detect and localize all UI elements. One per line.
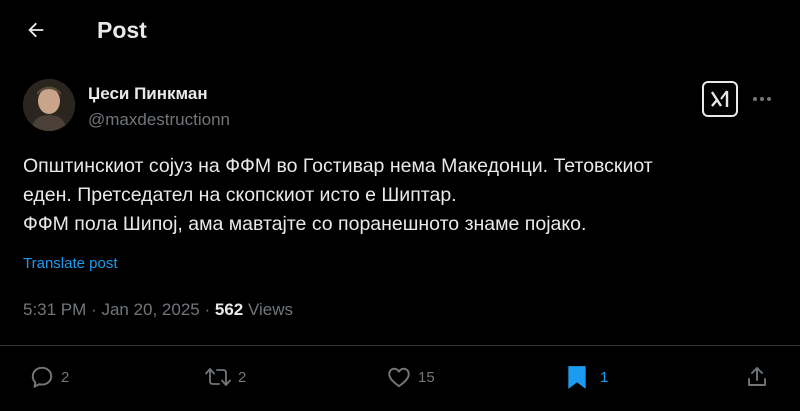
post-metadata: 5:31 PM · Jan 20, 2025 · 562 Views xyxy=(23,300,293,320)
repost-icon xyxy=(205,368,231,386)
divider xyxy=(0,345,800,346)
bookmark-button[interactable]: 1 xyxy=(566,363,608,391)
like-icon xyxy=(388,367,410,388)
reply-icon xyxy=(31,366,53,388)
post-text: Општинскиот сојуз на ФФМ во Гостивар нем… xyxy=(23,152,783,239)
post-text-line: ФФМ пола Шипој, ама мавтајте со поранешн… xyxy=(23,213,587,235)
like-count: 15 xyxy=(418,368,435,386)
reply-button[interactable]: 2 xyxy=(29,363,69,391)
grok-button[interactable] xyxy=(702,81,738,117)
like-button[interactable]: 15 xyxy=(386,363,435,391)
avatar-image xyxy=(23,79,75,131)
views-count: 562 xyxy=(214,300,244,319)
more-button[interactable] xyxy=(750,89,774,109)
grok-icon xyxy=(710,90,729,107)
more-icon xyxy=(753,97,771,101)
views-label: Views xyxy=(247,300,294,319)
repost-count: 2 xyxy=(238,368,247,386)
meta-separator: · xyxy=(204,300,215,319)
author-handle[interactable]: @maxdestructionn xyxy=(88,110,230,130)
reply-count: 2 xyxy=(61,368,70,386)
back-arrow-icon xyxy=(28,22,44,38)
meta-separator: · xyxy=(91,300,102,319)
top-bar: Post xyxy=(0,0,800,60)
bookmark-icon xyxy=(568,366,586,389)
back-button[interactable] xyxy=(20,14,52,46)
page-title: Post xyxy=(97,17,147,43)
post-date[interactable]: Jan 20, 2025 xyxy=(101,300,199,319)
author-display-name[interactable]: Џеси Пинкман xyxy=(88,84,208,104)
share-icon xyxy=(748,367,766,386)
share-button[interactable] xyxy=(745,363,769,391)
post-time[interactable]: 5:31 PM xyxy=(23,300,86,319)
translate-post-link[interactable]: Translate post xyxy=(23,255,118,272)
bookmark-count: 1 xyxy=(600,368,609,386)
post-text-line: еден. Претседател на скопскиот исто е Ши… xyxy=(23,184,457,206)
post-text-line: Општинскиот сојуз на ФФМ во Гостивар нем… xyxy=(23,155,653,177)
repost-button[interactable]: 2 xyxy=(204,363,246,391)
avatar[interactable] xyxy=(23,79,75,131)
